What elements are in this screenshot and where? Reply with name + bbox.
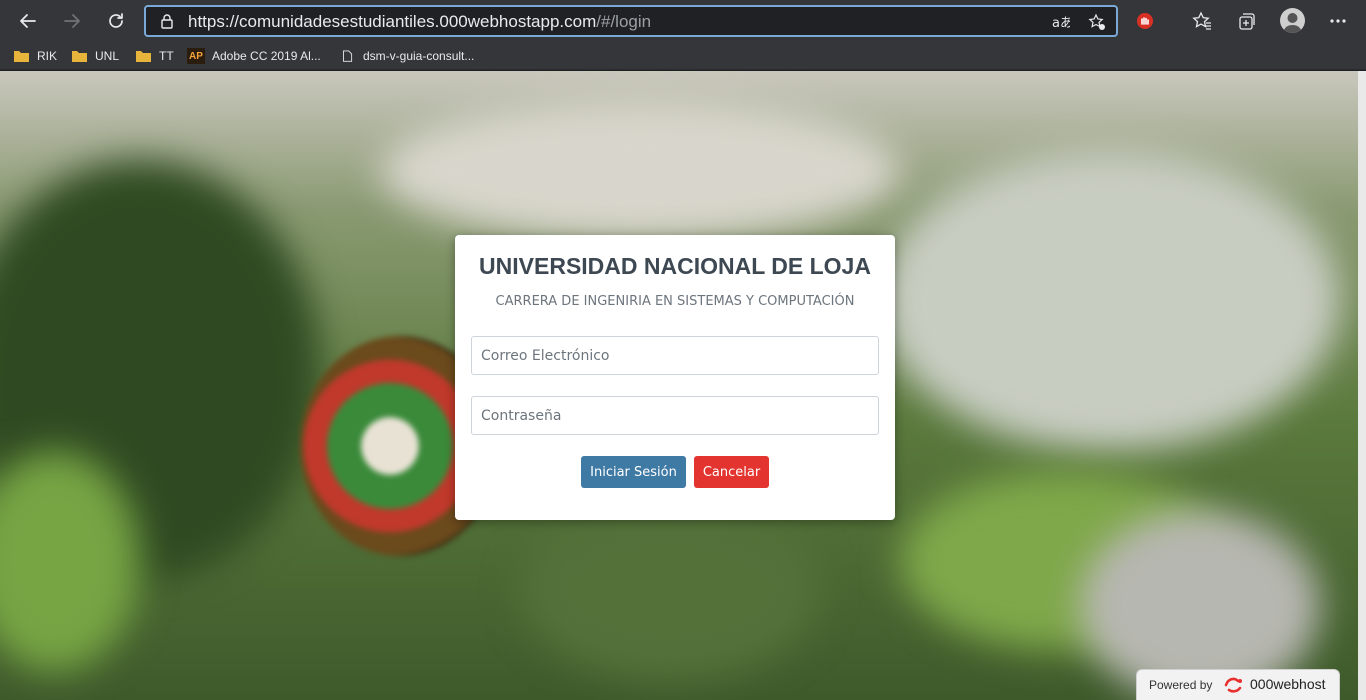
- favorites-button[interactable]: [1191, 10, 1213, 32]
- cancel-button[interactable]: Cancelar: [694, 456, 769, 488]
- bookmark-label: dsm-v-guia-consult...: [363, 49, 475, 63]
- bookmark-label: RIK: [37, 49, 58, 63]
- password-input[interactable]: [471, 396, 879, 435]
- email-input[interactable]: [471, 336, 879, 375]
- profile-avatar[interactable]: [1280, 8, 1305, 33]
- more-menu-icon: [1330, 19, 1346, 23]
- 000webhost-logo-icon: [1224, 677, 1242, 693]
- bookmark-dsm[interactable]: dsm-v-guia-consult...: [342, 46, 474, 66]
- powered-by-badge[interactable]: Powered by 000webhost: [1136, 669, 1340, 700]
- powered-by-label: Powered by: [1149, 678, 1213, 692]
- bookmark-adobe[interactable]: AP Adobe CC 2019 Al...: [187, 46, 321, 66]
- refresh-icon: [109, 13, 123, 28]
- forward-icon: [64, 14, 80, 28]
- refresh-button[interactable]: [101, 6, 131, 36]
- bookmark-tt[interactable]: TT: [135, 46, 174, 66]
- back-button[interactable]: [13, 6, 43, 36]
- login-card: UNIVERSIDAD NACIONAL DE LOJA CARRERA DE …: [455, 235, 895, 520]
- url-host: https://comunidadesestudiantiles.000webh…: [188, 12, 597, 31]
- login-button[interactable]: Iniciar Sesión: [581, 456, 686, 488]
- more-menu-button[interactable]: [1327, 10, 1349, 32]
- bookmarks-bar: RIK UNL TT AP Adobe CC 2019 Al... dsm-v-…: [0, 42, 1366, 70]
- bookmark-rik[interactable]: RIK: [13, 46, 57, 66]
- document-icon: [343, 50, 353, 62]
- back-icon: [20, 14, 36, 28]
- url-path: /#/login: [596, 12, 652, 31]
- bookmark-unl[interactable]: UNL: [71, 46, 119, 66]
- career-subtitle: CARRERA DE INGENIRIA EN SISTEMAS Y COMPU…: [495, 294, 855, 309]
- bookmark-label: TT: [159, 49, 174, 63]
- collections-icon: [1239, 13, 1255, 30]
- folder-icon: [14, 51, 29, 62]
- favorites-icon: [1192, 11, 1211, 30]
- forward-button[interactable]: [57, 6, 87, 36]
- add-favorite-icon[interactable]: [1088, 13, 1106, 31]
- address-bar[interactable]: https://comunidadesestudiantiles.000webh…: [144, 5, 1118, 37]
- extension-icon: [1137, 13, 1153, 29]
- browser-toolbar: https://comunidadesestudiantiles.000webh…: [0, 0, 1366, 42]
- lock-icon: [161, 14, 173, 29]
- ap-icon: AP: [187, 48, 205, 64]
- read-aloud-icon[interactable]: aあ: [1052, 13, 1070, 31]
- url-text: https://comunidadesestudiantiles.000webh…: [188, 12, 651, 32]
- powered-by-brand: 000webhost: [1250, 676, 1326, 692]
- bookmark-label: Adobe CC 2019 Al...: [212, 49, 321, 63]
- folder-icon: [72, 51, 87, 62]
- bookmark-label: UNL: [95, 49, 120, 63]
- folder-icon: [136, 51, 151, 62]
- collections-button[interactable]: [1235, 10, 1257, 32]
- extension-button[interactable]: [1134, 10, 1156, 32]
- svg-text:aあ: aあ: [1052, 16, 1070, 31]
- university-title: UNIVERSIDAD NACIONAL DE LOJA: [479, 253, 871, 279]
- scrollbar-edge: [1358, 71, 1366, 700]
- person-icon: [1283, 13, 1302, 33]
- background-blur: [380, 101, 900, 241]
- background-blur: [520, 501, 820, 681]
- background-blur: [880, 151, 1340, 451]
